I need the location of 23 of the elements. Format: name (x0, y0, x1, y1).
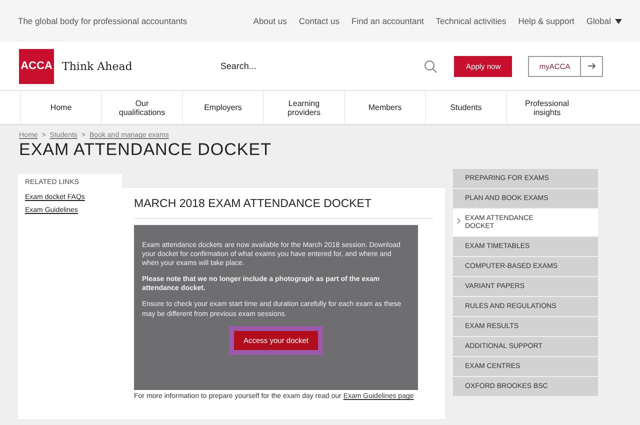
top-link[interactable]: Technical activities (436, 16, 506, 26)
logo[interactable]: ACCA (19, 48, 54, 84)
page-title: EXAM ATTENDANCE DOCKET (19, 140, 272, 160)
nav-item[interactable]: Learning providers (263, 91, 344, 124)
tagline: The global body for professional accountants (18, 16, 188, 26)
top-link[interactable]: Contact us (298, 16, 340, 26)
search-field[interactable]: Search... (218, 60, 424, 72)
top-link[interactable]: Find an accountant (351, 16, 424, 26)
arrow-icon (588, 63, 596, 69)
nav-item[interactable]: Members (344, 91, 425, 124)
search-icon[interactable] (424, 60, 438, 72)
region-selector[interactable]: Global (586, 16, 622, 26)
section-heading: MARCH 2018 EXAM ATTENDANCE DOCKET (134, 198, 433, 219)
nav-item[interactable]: Home (20, 91, 101, 124)
top-link[interactable]: About us (253, 16, 287, 26)
nav-item[interactable]: Professional insights (506, 91, 587, 124)
nav-item[interactable]: Students (425, 91, 506, 124)
slogan: Think Ahead (62, 60, 132, 72)
nav-item[interactable]: Employers (182, 91, 263, 124)
nav-item[interactable]: Our qualifications (101, 91, 182, 124)
caret-icon (615, 18, 622, 24)
top-link[interactable]: Help & support (518, 16, 574, 26)
chevron-icon (457, 218, 461, 224)
